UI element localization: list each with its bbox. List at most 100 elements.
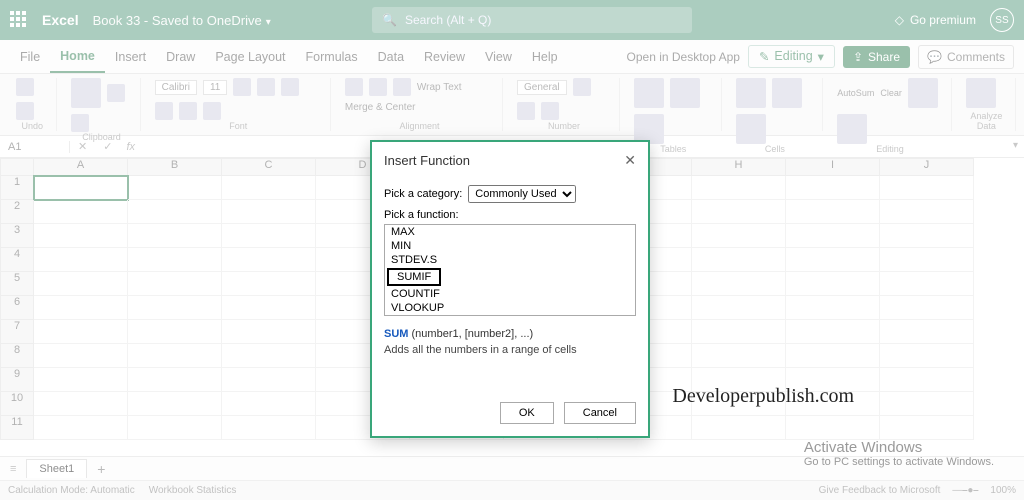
function-item[interactable]: MAX [385, 225, 635, 239]
cell[interactable] [880, 392, 974, 416]
ok-button[interactable]: OK [500, 402, 554, 424]
tab-help[interactable]: Help [522, 40, 568, 73]
add-sheet-button[interactable]: + [97, 461, 105, 477]
format-cells-icon[interactable] [736, 114, 766, 144]
format-table-icon[interactable] [670, 78, 700, 108]
cell[interactable] [880, 344, 974, 368]
function-item[interactable]: STDEV.S [385, 253, 635, 267]
avatar[interactable]: SS [990, 8, 1014, 32]
cell[interactable] [692, 224, 786, 248]
cell[interactable] [128, 272, 222, 296]
cell[interactable] [692, 320, 786, 344]
font-name-select[interactable]: Calibri [155, 80, 197, 95]
row-header[interactable]: 6 [0, 296, 34, 320]
cell[interactable] [222, 368, 316, 392]
row-header[interactable]: 1 [0, 176, 34, 200]
sheet-nav-icon[interactable]: ≡ [10, 463, 16, 475]
tab-draw[interactable]: Draw [156, 40, 205, 73]
col-header[interactable]: H [692, 158, 786, 176]
zoom-slider[interactable]: —⎯●⎯ [952, 485, 978, 496]
share-button[interactable]: ⇪Share [843, 46, 910, 68]
cell[interactable] [786, 200, 880, 224]
delete-cells-icon[interactable] [772, 78, 802, 108]
cell[interactable] [222, 248, 316, 272]
cell[interactable] [128, 344, 222, 368]
cell[interactable] [880, 248, 974, 272]
sort-filter-icon[interactable] [908, 78, 938, 108]
cell[interactable] [34, 248, 128, 272]
col-header[interactable]: B [128, 158, 222, 176]
align-icon[interactable] [369, 78, 387, 96]
cell[interactable] [222, 344, 316, 368]
tab-home[interactable]: Home [50, 40, 105, 73]
font-color-icon[interactable] [203, 102, 221, 120]
cell[interactable] [880, 296, 974, 320]
font-size-select[interactable]: 11 [203, 80, 227, 95]
cell[interactable] [786, 224, 880, 248]
ribbon-collapse-icon[interactable]: ▾ [1013, 140, 1018, 151]
align-icon[interactable] [393, 78, 411, 96]
border-icon[interactable] [155, 102, 173, 120]
cell[interactable] [34, 176, 128, 200]
copy-icon[interactable] [71, 114, 89, 132]
redo-icon[interactable] [16, 102, 34, 120]
cell[interactable] [34, 272, 128, 296]
tab-data[interactable]: Data [368, 40, 414, 73]
row-header[interactable]: 11 [0, 416, 34, 440]
sheet-tab[interactable]: Sheet1 [26, 459, 87, 478]
comma-icon[interactable] [541, 102, 559, 120]
cell[interactable] [692, 176, 786, 200]
cell[interactable] [222, 272, 316, 296]
cell[interactable] [222, 296, 316, 320]
feedback-link[interactable]: Give Feedback to Microsoft [819, 485, 941, 496]
cell[interactable] [128, 368, 222, 392]
cancel-button[interactable]: Cancel [564, 402, 636, 424]
cell[interactable] [128, 200, 222, 224]
cell[interactable] [34, 200, 128, 224]
cell[interactable] [786, 272, 880, 296]
cell[interactable] [128, 224, 222, 248]
cell[interactable] [128, 176, 222, 200]
merge-center-button[interactable]: Merge & Center [345, 102, 416, 113]
row-header[interactable]: 3 [0, 224, 34, 248]
cell[interactable] [880, 416, 974, 440]
find-select-icon[interactable] [837, 114, 867, 144]
wrap-text-button[interactable]: Wrap Text [417, 82, 462, 93]
cell[interactable] [128, 248, 222, 272]
col-header[interactable]: A [34, 158, 128, 176]
cell[interactable] [786, 320, 880, 344]
bold-icon[interactable] [233, 78, 251, 96]
cell[interactable] [692, 416, 786, 440]
cell[interactable] [786, 416, 880, 440]
cell[interactable] [222, 224, 316, 248]
row-header[interactable]: 8 [0, 344, 34, 368]
percent-icon[interactable] [517, 102, 535, 120]
fx-icon[interactable]: fx [120, 141, 141, 153]
fx-enter-icon[interactable]: ✓ [95, 140, 120, 153]
cell[interactable] [222, 200, 316, 224]
cell[interactable] [880, 320, 974, 344]
col-header[interactable]: I [786, 158, 880, 176]
paste-icon[interactable] [71, 78, 101, 108]
cell[interactable] [34, 296, 128, 320]
cell[interactable] [222, 392, 316, 416]
row-header[interactable]: 4 [0, 248, 34, 272]
align-icon[interactable] [345, 78, 363, 96]
tab-formulas[interactable]: Formulas [296, 40, 368, 73]
italic-icon[interactable] [257, 78, 275, 96]
col-header[interactable]: J [880, 158, 974, 176]
cell[interactable] [880, 200, 974, 224]
select-all-corner[interactable] [0, 158, 34, 176]
cell[interactable] [692, 200, 786, 224]
cell[interactable] [786, 248, 880, 272]
cell[interactable] [880, 272, 974, 296]
analyze-data-icon[interactable] [966, 78, 996, 108]
cell[interactable] [128, 416, 222, 440]
cell[interactable] [692, 296, 786, 320]
tab-page-layout[interactable]: Page Layout [205, 40, 295, 73]
go-premium-button[interactable]: ◇Go premium [895, 13, 976, 27]
close-icon[interactable]: ✕ [624, 152, 636, 169]
cell[interactable] [786, 176, 880, 200]
function-item[interactable]: MIN [385, 239, 635, 253]
function-item[interactable]: VLOOKUP [385, 301, 635, 315]
